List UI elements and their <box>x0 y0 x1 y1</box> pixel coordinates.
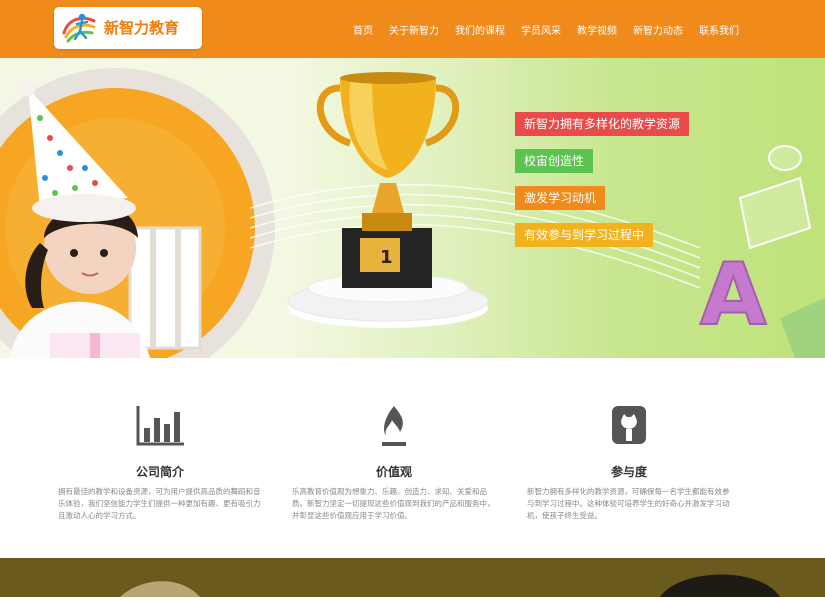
bar-chart-icon <box>136 406 184 446</box>
main-nav: 首页 关于新智力 我们的课程 学员风采 教学视频 新智力动态 联系我们 <box>345 0 747 58</box>
music-note-icon <box>738 145 812 250</box>
nav-about[interactable]: 关于新智力 <box>381 22 447 37</box>
nav-contact[interactable]: 联系我们 <box>691 22 747 37</box>
nav-students[interactable]: 学员风采 <box>513 22 569 37</box>
banner-tag-creativity: 校宙创造性 <box>515 149 594 173</box>
nav-home[interactable]: 首页 <box>345 22 381 37</box>
banner-tag-motivation: 激发学习动机 <box>515 186 606 210</box>
feature-desc: 乐高教育价值观为想象力、乐趣、创造力、求知、关爱和品质。新智力坚定一切提现这些价… <box>292 487 495 520</box>
feature-title: 公司简介 <box>135 465 184 479</box>
section-illustration <box>120 574 780 597</box>
feature-title: 参与度 <box>610 465 647 479</box>
flame-icon <box>382 406 406 446</box>
feature-desc: 拥有最佳的教学和设备资源，可为用户提供高品质的舞蹈和音乐体验，我们坚信能力学生们… <box>58 487 261 520</box>
features-section: 公司简介 拥有最佳的教学和设备资源，可为用户提供高品质的舞蹈和音乐体验，我们坚信… <box>0 358 825 558</box>
site-logo[interactable]: 新智力教育 <box>54 7 202 49</box>
banner-tag-participation: 有效参与到学习过程中 <box>515 223 654 247</box>
nav-videos[interactable]: 教学视频 <box>569 22 625 37</box>
hero-banner[interactable]: 1 A 新智力拥有多样化的教学资源 校宙创造性 激发学习动机 有效参与到学习过程… <box>0 58 825 358</box>
nav-news[interactable]: 新智力动态 <box>625 22 691 37</box>
trophy-icon <box>287 72 489 328</box>
banner-illustration: 1 A <box>0 68 825 358</box>
github-icon <box>612 406 646 444</box>
logo-swirl-icon <box>62 13 96 43</box>
logo-text: 新智力教育 <box>104 19 180 37</box>
next-section-preview <box>0 558 825 597</box>
site-header: 新智力教育 首页 关于新智力 我们的课程 学员风采 教学视频 新智力动态 联系我… <box>0 0 825 58</box>
trophy-number: 1 <box>380 247 393 268</box>
banner-tag-resources: 新智力拥有多样化的教学资源 <box>515 112 690 136</box>
feature-title: 价值观 <box>375 465 412 479</box>
feature-desc: 新智力拥有多样化的教学资源，可确保每一名学生都能有效参与到学习过程中。这种体验可… <box>527 487 730 520</box>
letter-a-block: A <box>700 245 767 345</box>
nav-courses[interactable]: 我们的课程 <box>447 22 513 37</box>
